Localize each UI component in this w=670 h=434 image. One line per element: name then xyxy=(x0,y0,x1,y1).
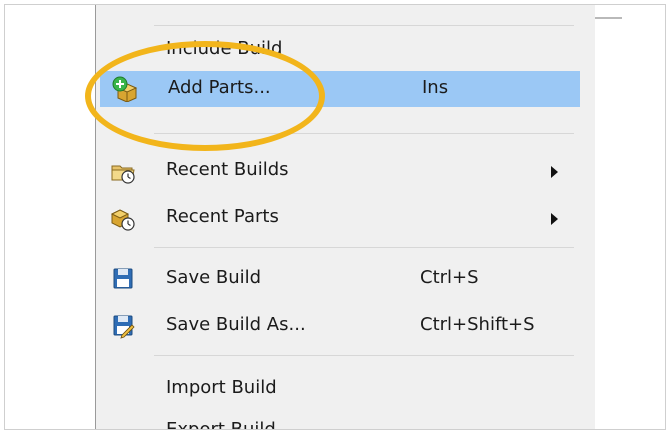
menu-item-label: Recent Builds xyxy=(166,159,289,180)
menu-item-import-build[interactable]: Import Build xyxy=(98,371,578,407)
menu-item-shortcut: Ctrl+Shift+S xyxy=(420,314,535,335)
menu-separator xyxy=(154,25,574,26)
folder-clock-icon xyxy=(110,158,136,184)
menu-item-export-build[interactable]: Export Build xyxy=(98,413,578,430)
menu-item-shortcut: Ins xyxy=(422,77,449,98)
menu-item-label: Import Build xyxy=(166,377,277,398)
floppy-icon xyxy=(110,266,136,292)
menu-item-shortcut: Ctrl+S xyxy=(420,267,479,288)
floppy-pencil-icon xyxy=(110,313,136,339)
submenu-arrow-icon xyxy=(551,166,558,178)
menu-item-label: Save Build xyxy=(166,267,262,288)
parts-clock-icon xyxy=(110,205,136,231)
menu-item-recent-builds[interactable]: Recent Builds xyxy=(98,153,578,189)
menu-item-label: Export Build xyxy=(166,419,276,430)
submenu-arrow-icon xyxy=(551,213,558,225)
menu-item-save-build-as[interactable]: Save Build As... Ctrl+Shift+S xyxy=(98,308,578,344)
menu-item-label: Recent Parts xyxy=(166,206,279,227)
screenshot-frame: Include Build Add Parts... Ins Recent Bu… xyxy=(4,4,666,430)
menu-item-save-build[interactable]: Save Build Ctrl+S xyxy=(98,261,578,297)
menu-item-recent-parts[interactable]: Recent Parts xyxy=(98,200,578,236)
annotation-circle xyxy=(85,41,325,151)
menu-item-label: Save Build As... xyxy=(166,314,306,335)
menu-separator xyxy=(154,247,574,248)
menu-separator xyxy=(154,355,574,356)
